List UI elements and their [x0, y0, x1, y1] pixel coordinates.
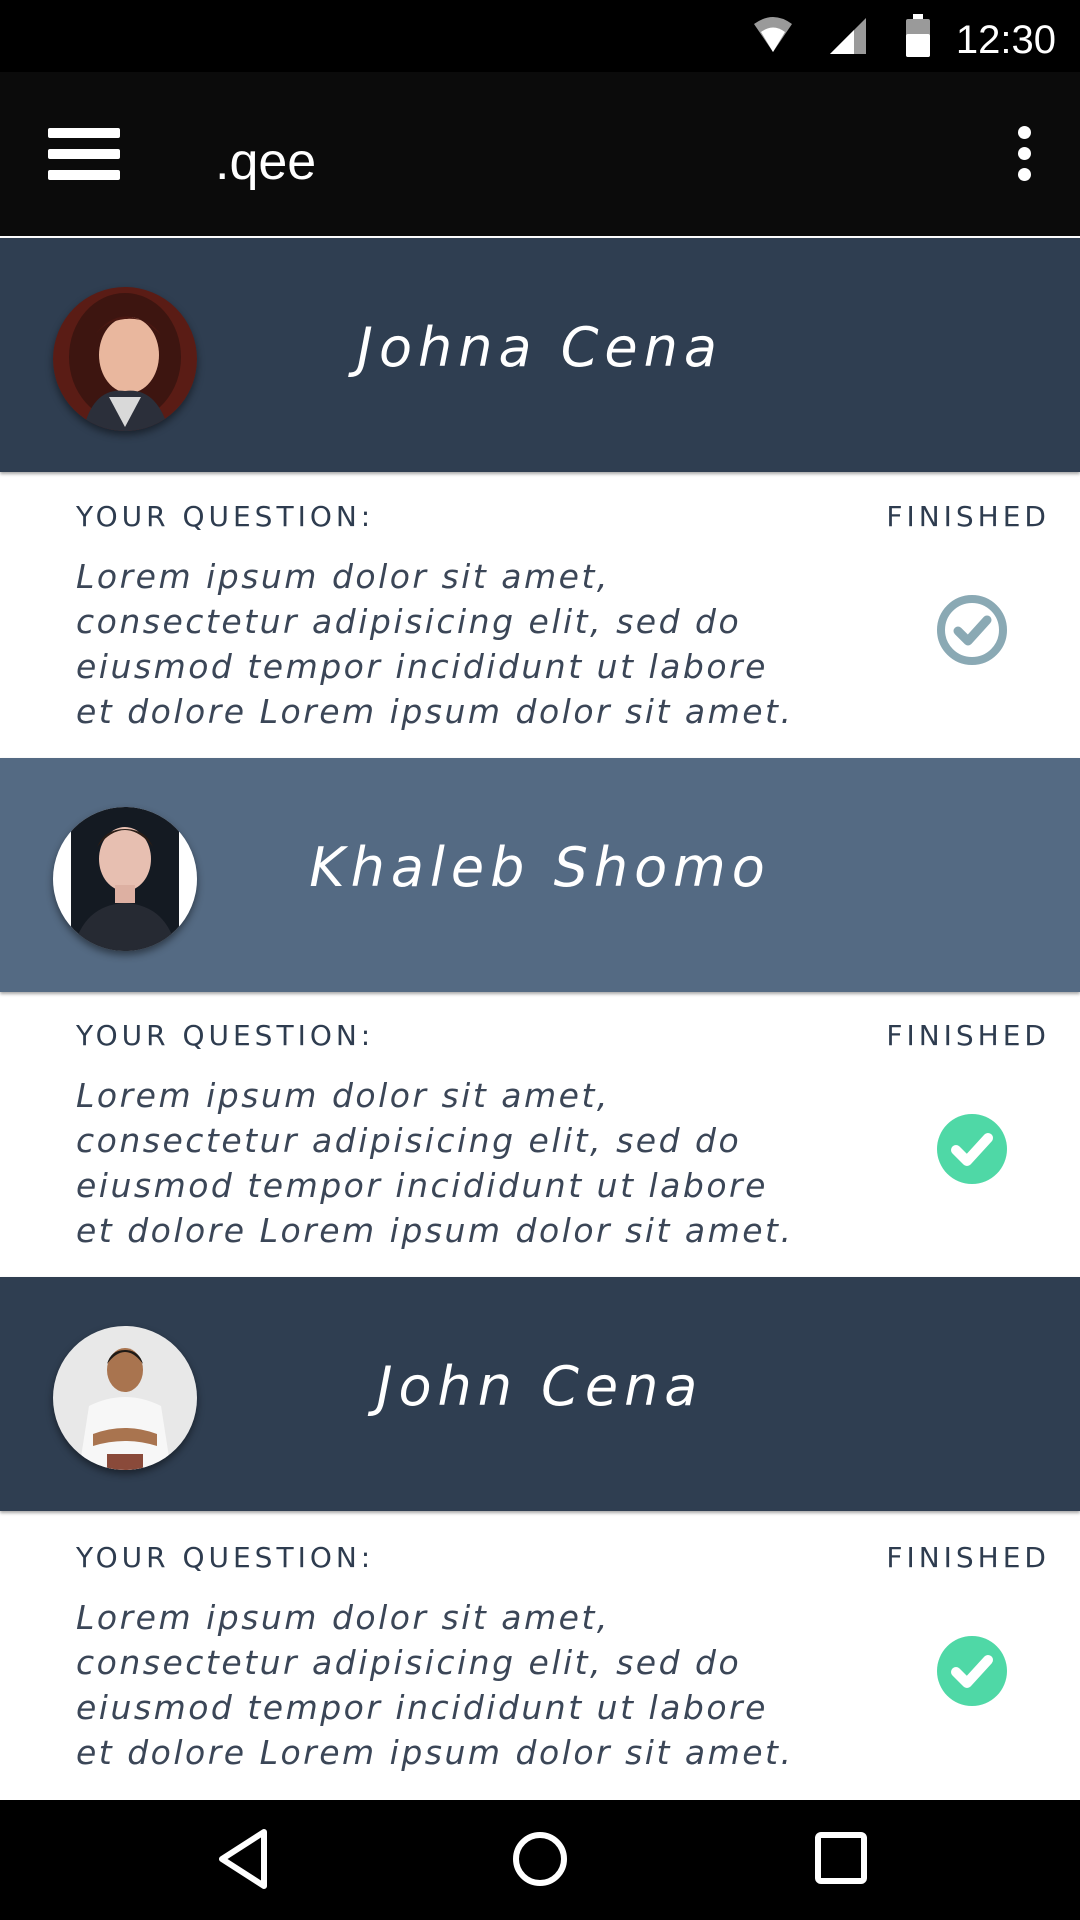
person-name: Khaleb Shomo — [309, 836, 771, 899]
app-bar: .qee — [0, 72, 1080, 236]
check-circle-filled-icon[interactable] — [936, 1113, 1008, 1185]
check-circle-outline-icon[interactable] — [936, 594, 1008, 666]
question-text: Lorem ipsum dolor sit amet, consectetur … — [76, 1598, 794, 1772]
question-label: YOUR QUESTION: — [76, 500, 375, 533]
app-title: .qee — [215, 133, 317, 191]
status-label: FINISHED — [886, 1019, 1050, 1052]
question-label: YOUR QUESTION: — [76, 1541, 375, 1574]
person-name: Johna Cena — [357, 316, 723, 379]
status-time: 12:30 — [955, 18, 1056, 62]
status-label: FINISHED — [886, 1541, 1050, 1574]
card-header-khaleb-shomo[interactable]: Khaleb Shomo — [0, 758, 1080, 992]
battery-icon — [906, 14, 930, 57]
check-circle-filled-icon[interactable] — [936, 1635, 1008, 1707]
card-header-john-cena[interactable]: John Cena — [0, 1277, 1080, 1511]
navigation-bar — [0, 1800, 1080, 1920]
back-icon[interactable] — [212, 1824, 272, 1894]
card-header-johna-cena[interactable]: Johna Cena — [0, 238, 1080, 472]
wifi-icon — [754, 17, 792, 52]
question-text: Lorem ipsum dolor sit amet, consectetur … — [76, 1076, 794, 1250]
question-card-body: YOUR QUESTION: FINISHED Lorem ipsum dolo… — [0, 993, 1080, 1277]
question-text: Lorem ipsum dolor sit amet, consectetur … — [76, 557, 794, 731]
hamburger-menu-icon[interactable] — [40, 124, 124, 188]
question-card-body: YOUR QUESTION: FINISHED Lorem ipsum dolo… — [0, 1515, 1080, 1799]
question-label: YOUR QUESTION: — [76, 1019, 375, 1052]
status-bar: 12:30 — [0, 0, 1080, 72]
signal-icon — [830, 18, 866, 54]
home-icon[interactable] — [506, 1824, 574, 1894]
question-card-body: YOUR QUESTION: FINISHED Lorem ipsum dolo… — [0, 474, 1080, 758]
status-label: FINISHED — [886, 500, 1050, 533]
recents-icon[interactable] — [808, 1824, 876, 1894]
person-name: John Cena — [376, 1355, 704, 1418]
overflow-menu-icon[interactable] — [994, 122, 1054, 186]
